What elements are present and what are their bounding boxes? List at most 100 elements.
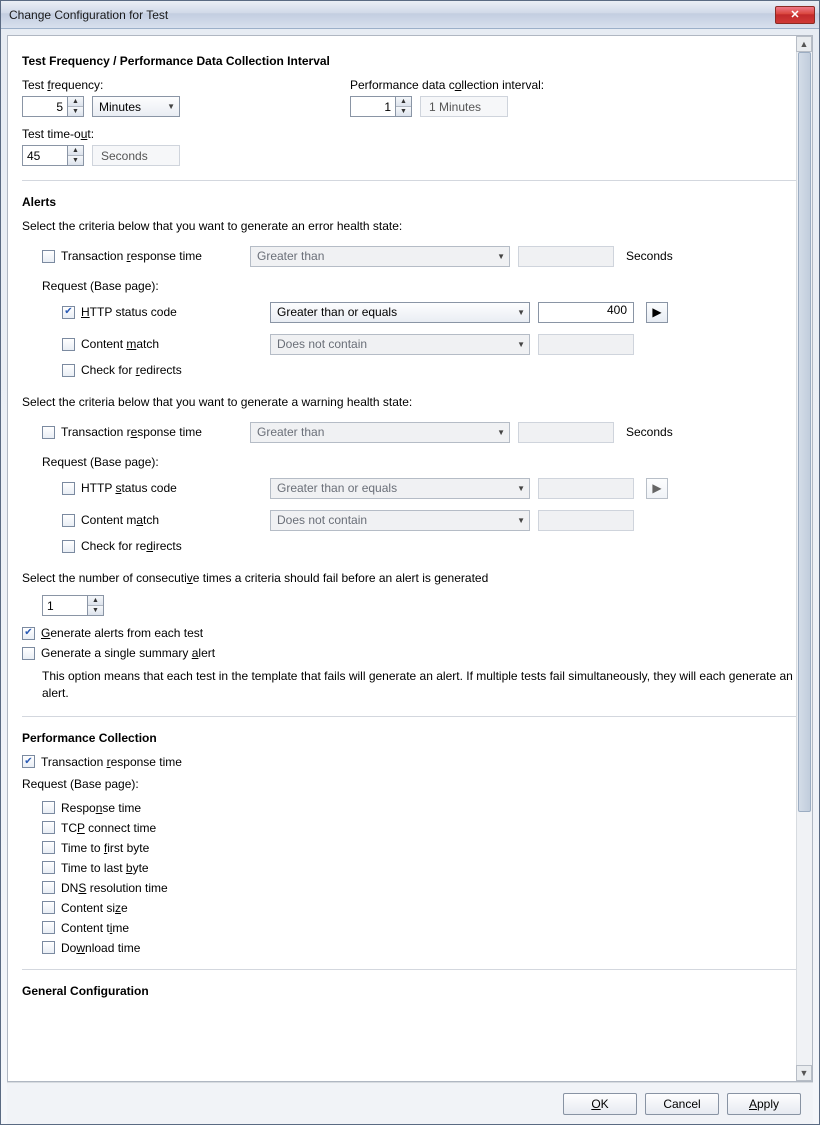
freq-interval-row: Test frequency: ▲▼ Minutes▼ Performance … [22,78,798,117]
perf-trt-checkbox[interactable] [22,755,35,768]
warn-http-row: HTTP status code Greater than or equals▼… [62,475,798,501]
warn-http-value [538,478,634,499]
warn-trt-row: Transaction response time Greater than▼ … [42,419,798,445]
interval-unit-text: 1 Minutes [420,96,508,117]
interval-label: Performance data collection interval: [350,78,544,92]
timeout-spinner[interactable]: ▲▼ [22,145,84,166]
play-button-disabled: ▶ [646,478,668,499]
perf-ctime-checkbox[interactable] [42,921,55,934]
scrollbar-track[interactable] [796,52,812,1065]
redirect-label: Check for redirects [81,363,182,377]
section-general-title: General Configuration [22,984,798,998]
spin-up-icon[interactable]: ▲ [88,596,103,606]
warn-trt-checkbox[interactable] [42,426,55,439]
spin-up-icon[interactable]: ▲ [68,146,83,156]
chevron-down-icon: ▼ [517,308,525,317]
titlebar: Change Configuration for Test ✕ [1,1,819,29]
error-trt-op-combo: Greater than▼ [250,246,510,267]
error-request-subhead: Request (Base page): [42,279,798,293]
error-http-value[interactable]: 400 [538,302,634,323]
warn-request-subhead: Request (Base page): [42,455,798,469]
scrollbar-thumb[interactable] [798,52,811,812]
spin-up-icon[interactable]: ▲ [68,97,83,107]
error-redirect-checkbox[interactable] [62,364,75,377]
warn-trt-op-combo: Greater than▼ [250,422,510,443]
warn-content-value [538,510,634,531]
scroll-down-button[interactable]: ▼ [796,1065,812,1081]
warn-content-row: Content match Does not contain▼ [62,507,798,533]
interval-input[interactable] [351,97,395,116]
dialog-window: Change Configuration for Test ✕ Test Fre… [0,0,820,1125]
spin-down-icon[interactable]: ▼ [396,107,411,117]
warn-redirect-checkbox[interactable] [62,540,75,553]
spin-down-icon[interactable]: ▼ [68,156,83,166]
warn-criteria-desc: Select the criteria below that you want … [22,395,798,409]
chevron-down-icon: ▼ [517,484,525,493]
perf-dns-checkbox[interactable] [42,881,55,894]
warn-http-checkbox[interactable] [62,482,75,495]
play-icon: ▶ [652,481,661,495]
play-icon: ▶ [652,305,661,319]
perf-tcp-checkbox[interactable] [42,821,55,834]
warn-trt-value [518,422,614,443]
trt-label: Transaction response time [61,249,202,263]
consecutive-spinner[interactable]: ▲▼ [42,595,104,616]
gen-note: This option means that each test in the … [42,668,798,702]
perf-ttlb-checkbox[interactable] [42,861,55,874]
perf-response-checkbox[interactable] [42,801,55,814]
section-alerts-title: Alerts [22,195,798,209]
perf-dl-checkbox[interactable] [42,941,55,954]
perf-ttfb-checkbox[interactable] [42,841,55,854]
warn-content-checkbox[interactable] [62,514,75,527]
play-button[interactable]: ▶ [646,302,668,323]
dialog-footer: OK Cancel Apply [7,1082,813,1124]
section-test-frequency-title: Test Frequency / Performance Data Collec… [22,54,798,68]
window-title: Change Configuration for Test [9,8,775,22]
timeout-label: Test time-out: [22,127,758,141]
scroll-area[interactable]: Test Frequency / Performance Data Collec… [8,36,812,1081]
content-panel: Test Frequency / Performance Data Collec… [7,35,813,1082]
error-content-checkbox[interactable] [62,338,75,351]
error-content-op-combo: Does not contain▼ [270,334,530,355]
gen-single-checkbox[interactable] [22,647,35,660]
chevron-down-icon: ▼ [497,252,505,261]
interval-spinner[interactable]: ▲▼ [350,96,412,117]
section-perf-title: Performance Collection [22,731,798,745]
apply-button[interactable]: Apply [727,1093,801,1115]
ok-button[interactable]: OK [563,1093,637,1115]
error-http-op-combo[interactable]: Greater than or equals▼ [270,302,530,323]
chevron-down-icon: ▼ [517,340,525,349]
warn-http-op-combo: Greater than or equals▼ [270,478,530,499]
error-content-value [538,334,634,355]
consecutive-desc: Select the number of consecutive times a… [22,571,798,585]
error-http-checkbox[interactable] [62,306,75,319]
spin-down-icon[interactable]: ▼ [88,606,103,616]
timeout-input[interactable] [23,146,67,165]
close-button[interactable]: ✕ [775,6,815,24]
gen-each-checkbox[interactable] [22,627,35,640]
test-frequency-spinner[interactable]: ▲▼ [22,96,84,117]
error-content-row: Content match Does not contain▼ [62,331,798,357]
scroll-up-button[interactable]: ▲ [796,36,812,52]
test-frequency-unit-combo[interactable]: Minutes▼ [92,96,180,117]
test-frequency-input[interactable] [23,97,67,116]
test-frequency-label: Test frequency: [22,78,302,92]
cancel-button[interactable]: Cancel [645,1093,719,1115]
spin-up-icon[interactable]: ▲ [396,97,411,107]
http-label: HTTP status code [81,305,177,319]
error-criteria-desc: Select the criteria below that you want … [22,219,798,233]
error-trt-value [518,246,614,267]
chevron-down-icon: ▼ [167,102,175,111]
timeout-unit-text: Seconds [92,145,180,166]
content-label: Content match [81,337,159,351]
error-trt-row: Transaction response time Greater than▼ … [42,243,798,269]
perf-csize-checkbox[interactable] [42,901,55,914]
spin-down-icon[interactable]: ▼ [68,107,83,117]
error-trt-checkbox[interactable] [42,250,55,263]
content-outer: Test Frequency / Performance Data Collec… [1,29,819,1124]
error-http-row: HTTP status code Greater than or equals▼… [62,299,798,325]
chevron-down-icon: ▼ [497,428,505,437]
seconds-label: Seconds [626,249,798,263]
consecutive-input[interactable] [43,596,87,615]
warn-content-op-combo: Does not contain▼ [270,510,530,531]
